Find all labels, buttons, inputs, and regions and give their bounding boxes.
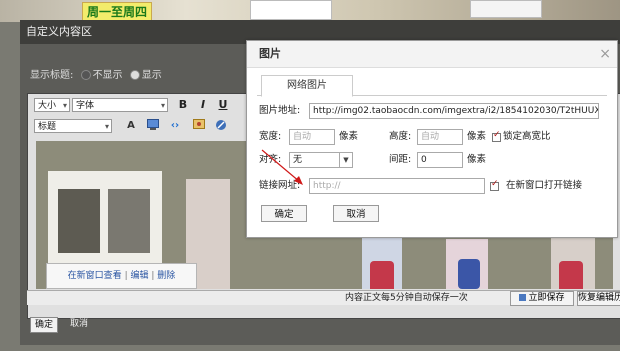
edit-link[interactable]: 编辑 <box>130 271 148 281</box>
font-size-select[interactable]: 大小 <box>34 98 70 113</box>
height-unit: 像素 <box>467 131 487 142</box>
open-new-window-label: 在新窗口打开链接 <box>506 180 583 191</box>
radio-hide-title[interactable] <box>80 70 91 80</box>
image-insert-icon[interactable] <box>146 119 160 133</box>
background-card <box>250 0 332 20</box>
pants-image <box>58 189 100 253</box>
spacing-label: 间距: <box>389 154 412 165</box>
product-image-kid <box>446 239 488 289</box>
image-dialog-title: 图片 <box>247 41 617 68</box>
save-now-button[interactable]: 立即保存 <box>510 291 574 306</box>
pants-image <box>108 189 150 253</box>
editor-statusbar: 内容正文每5分钟自动保存一次 立即保存 恢复编辑历 <box>27 290 620 306</box>
image-cancel-button[interactable]: 取消 <box>333 205 379 222</box>
product-image-kid <box>551 237 595 289</box>
product-image-pants[interactable] <box>48 171 162 265</box>
link-icon[interactable] <box>214 119 228 133</box>
spacing-unit: 像素 <box>467 154 487 165</box>
autosave-dropdown[interactable]: 内容正文每5分钟自动保存一次 <box>345 291 468 305</box>
open-new-window-checkbox[interactable] <box>490 179 499 191</box>
chevron-down-icon: ▼ <box>339 153 352 167</box>
height-label: 高度: <box>389 131 412 142</box>
save-now-label: 立即保存 <box>528 293 565 303</box>
image-context-menu: 在新窗口查看 | 编辑 | 删除 <box>46 263 197 289</box>
restore-history-button[interactable]: 恢复编辑历 <box>577 291 620 306</box>
picture-icon[interactable] <box>192 119 206 133</box>
save-icon <box>519 294 527 301</box>
kid-figure <box>559 261 583 289</box>
width-field[interactable]: 自动 <box>289 129 335 145</box>
menu-separator: | <box>151 271 155 281</box>
ok-button[interactable]: 确定 <box>30 317 58 333</box>
url-label: 图片地址: <box>259 105 301 116</box>
radio-hide-label: 不显示 <box>92 70 123 81</box>
lock-ratio-checkbox[interactable] <box>492 130 501 142</box>
font-family-select[interactable]: 字体 <box>72 98 168 113</box>
align-label: 对齐: <box>259 154 282 165</box>
link-url-field[interactable]: http:// <box>309 178 485 194</box>
spacing-field[interactable]: 0 <box>417 152 463 168</box>
open-new-window-link[interactable]: 在新窗口查看 <box>68 271 122 281</box>
image-dialog: 图片 × 网络图片 图片地址: http://img02.taobaocdn.c… <box>246 40 618 238</box>
align-select[interactable]: 无 ▼ <box>289 152 353 168</box>
delete-link[interactable]: 删除 <box>157 271 175 281</box>
cancel-button[interactable]: 取消 <box>70 317 88 331</box>
radio-show-label: 显示 <box>141 70 162 81</box>
image-url-field[interactable]: http://img02.taobaocdn.com/imgextra/i2/1… <box>309 103 599 119</box>
product-image-kid <box>362 237 402 289</box>
source-code-icon[interactable]: ‹› <box>168 119 182 133</box>
lock-ratio-label: 锁定高宽比 <box>503 131 551 142</box>
menu-separator: | <box>124 271 128 281</box>
tab-web-image[interactable]: 网络图片 <box>261 75 353 97</box>
height-field[interactable]: 自动 <box>417 129 463 145</box>
bold-button[interactable]: B <box>176 98 190 112</box>
width-unit: 像素 <box>339 131 359 142</box>
font-color-icon[interactable]: A <box>124 119 138 133</box>
show-title-setting: 显示标题: 不显示 显示 <box>30 66 162 81</box>
link-label: 链接网址: <box>259 180 301 191</box>
background-page-strip: 周一至周四 <box>0 0 620 22</box>
format-select[interactable]: 标题 <box>34 119 112 134</box>
width-label: 宽度: <box>259 131 282 142</box>
image-tab-bar: 网络图片 <box>257 73 607 97</box>
image-ok-button[interactable]: 确定 <box>261 205 307 222</box>
promo-banner: 周一至周四 <box>82 2 153 21</box>
show-title-label: 显示标题: <box>30 70 74 81</box>
align-value: 无 <box>293 155 303 165</box>
kid-figure <box>458 259 480 289</box>
radio-show-title[interactable] <box>129 70 140 80</box>
kid-figure <box>370 261 394 289</box>
italic-button[interactable]: I <box>196 98 210 112</box>
background-card <box>470 0 542 18</box>
close-icon[interactable]: × <box>599 45 611 63</box>
underline-button[interactable]: U <box>216 98 230 112</box>
